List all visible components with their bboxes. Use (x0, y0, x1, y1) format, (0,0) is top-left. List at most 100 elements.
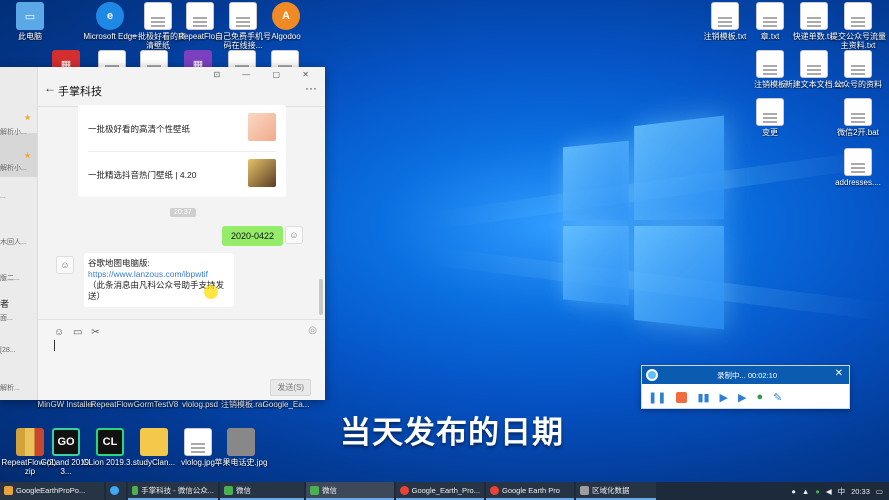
document-icon (186, 2, 214, 30)
document-icon (800, 50, 828, 78)
edge-icon: e (96, 2, 124, 30)
star-icon: ★ (24, 113, 32, 122)
pause-icon[interactable]: ❚❚ (648, 391, 666, 404)
chat-title: 手掌科技 (58, 86, 102, 98)
contact-avatar[interactable]: ☺ (56, 256, 74, 274)
document-icon (800, 2, 828, 30)
message-link[interactable]: https://www.lanzous.com/ibpwtif (88, 269, 208, 279)
document-icon (756, 2, 784, 30)
article-item[interactable]: 一批精选抖音热门壁纸 | 4.20 (88, 153, 276, 197)
goland-icon: GO (52, 428, 80, 456)
cursor-highlight (204, 285, 218, 299)
article-thumbnail (248, 113, 276, 141)
algodoo-icon: A (272, 2, 300, 30)
taskbar-item[interactable] (106, 482, 126, 500)
back-arrow-icon[interactable]: ← (44, 81, 56, 95)
recorder-logo-icon (646, 369, 658, 381)
document-icon (756, 50, 784, 78)
chat-list-item[interactable]: 解析小... (0, 163, 37, 173)
wechat-icon (310, 485, 319, 495)
chat-list-item[interactable]: ... (0, 193, 37, 200)
chat-list-item[interactable]: [28... (0, 347, 37, 354)
my-avatar[interactable]: ☺ (285, 226, 303, 244)
computer-icon: ▭ (16, 2, 44, 30)
clion-icon: CL (96, 428, 124, 456)
volume-icon[interactable]: ◀ (826, 487, 832, 496)
video-caption: 当天发布的日期 (340, 415, 564, 450)
document-icon (844, 2, 872, 30)
pointer-tool-icon[interactable]: ▶ (720, 391, 728, 404)
desktop-icon-this-pc[interactable]: ▭ 此电脑 (0, 2, 60, 41)
document-icon (144, 2, 172, 30)
emoji-icon[interactable]: ☺ (54, 327, 64, 338)
taskbar-item[interactable]: 微信 (220, 482, 304, 500)
sent-message-bubble[interactable]: 2020-0422 (221, 226, 283, 246)
edge-icon (110, 485, 119, 495)
history-icon[interactable]: ◎ (308, 325, 317, 336)
taskbar-item[interactable]: Google_Earth_Pro... (396, 482, 484, 500)
document-icon (844, 50, 872, 78)
desktop-icon-apple-jpg[interactable]: 苹果电话史.jpg (211, 428, 271, 467)
chat-list-item[interactable]: 木回人... (0, 237, 37, 247)
document-icon (711, 2, 739, 30)
folder-icon (4, 485, 13, 495)
chrome-icon (400, 485, 409, 495)
document-icon (844, 148, 872, 176)
windows-logo (562, 115, 724, 330)
chat-list-sidebar: 解析小... ★ 解析小... ★ ... 木回人... 版二... 者 面..… (0, 67, 38, 400)
taskbar-item[interactable]: 手掌科技 - 微信公众... (128, 482, 218, 500)
folder-icon[interactable]: ▭ (73, 327, 82, 338)
recorder-toolbar: ❚❚ ▮▮ ▶ ▶ ● ✎ (648, 388, 843, 406)
desktop-icon-right-7[interactable]: 公众号的资料 (828, 50, 888, 89)
notification-icon[interactable]: ▭ (876, 487, 883, 496)
network-icon[interactable]: ▲ (802, 487, 809, 496)
chat-list-item[interactable]: 解析小... (0, 127, 37, 137)
star-icon: ★ (24, 151, 32, 160)
batch-file-icon (844, 98, 872, 126)
taskbar-item[interactable]: 微信 (306, 482, 394, 500)
scissors-icon[interactable]: ✂ (91, 327, 99, 338)
window-controls[interactable]: ⊡ — ▢ ✕ (213, 70, 319, 79)
desktop-icon-right-9[interactable]: 微信2开.bat (828, 98, 888, 137)
desktop-icon-google-ea[interactable]: Google_Ea... (256, 400, 316, 409)
desktop-icon-right-10[interactable]: addresses.... (828, 148, 888, 187)
image-file-icon (227, 428, 255, 456)
desktop-icon-right-4[interactable]: 提交公众号流量主资料.txt (828, 2, 888, 50)
wechat-window: 解析小... ★ 解析小... ★ ... 木回人... 版二... 者 面..… (0, 67, 325, 400)
cursor-tool-icon[interactable]: ▶ (738, 391, 746, 404)
desktop-icon-right-8[interactable]: 变更 (740, 98, 800, 137)
send-button[interactable]: 发送(S) (270, 379, 311, 396)
system-tray: ● ▲ ● ◀ 中 20:33 ▭ (791, 482, 883, 500)
more-icon[interactable]: ··· (305, 81, 317, 95)
mic-icon[interactable]: ● (791, 487, 796, 496)
clock[interactable]: 20:33 (851, 487, 870, 496)
stop-icon[interactable] (676, 391, 688, 403)
chat-list-item[interactable]: 者 (0, 297, 37, 310)
pen-icon[interactable]: ✎ (773, 391, 782, 404)
input-toolbar: ☺ ▭ ✂ (54, 327, 100, 338)
article-item[interactable]: 一批极好看的高清个性壁纸 (88, 107, 276, 151)
recorder-header: 录制中... 00:02:10 ✕ (642, 366, 849, 384)
chat-list-item[interactable]: 解析... (0, 383, 37, 393)
close-icon[interactable]: ✕ (835, 368, 843, 379)
article-card[interactable]: 一批极好看的高清个性壁纸 一批精选抖音热门壁纸 | 4.20 (78, 105, 286, 197)
article-thumbnail (248, 159, 276, 187)
taskbar-item[interactable]: GoogleEarthProPo... (0, 482, 104, 500)
wechat-tray-icon[interactable]: ● (815, 487, 820, 496)
image-file-icon (184, 428, 212, 456)
taskbar-item[interactable]: Google Earth Pro (486, 482, 574, 500)
taskbar-item[interactable]: 区域化数据 (576, 482, 656, 500)
recording-status: 录制中... 00:02:10 (717, 371, 778, 380)
app-icon (580, 485, 589, 495)
ime-indicator[interactable]: 中 (838, 486, 846, 497)
taskbar: GoogleEarthProPo... 手掌科技 - 微信公众... 微信 微信… (0, 482, 889, 500)
chat-list-item[interactable]: 版二... (0, 273, 37, 283)
wechat-icon (132, 485, 139, 495)
chat-list-item[interactable]: 面... (0, 313, 37, 323)
message-input-area[interactable]: ☺ ▭ ✂ ◎ 发送(S) (38, 319, 325, 400)
bars-icon[interactable]: ▮▮ (697, 391, 709, 404)
desktop-icon-algodoo[interactable]: A Algodoo (256, 2, 316, 41)
document-icon (229, 2, 257, 30)
chat-scrollbar[interactable] (319, 279, 323, 315)
webcam-icon[interactable]: ● (756, 391, 763, 403)
